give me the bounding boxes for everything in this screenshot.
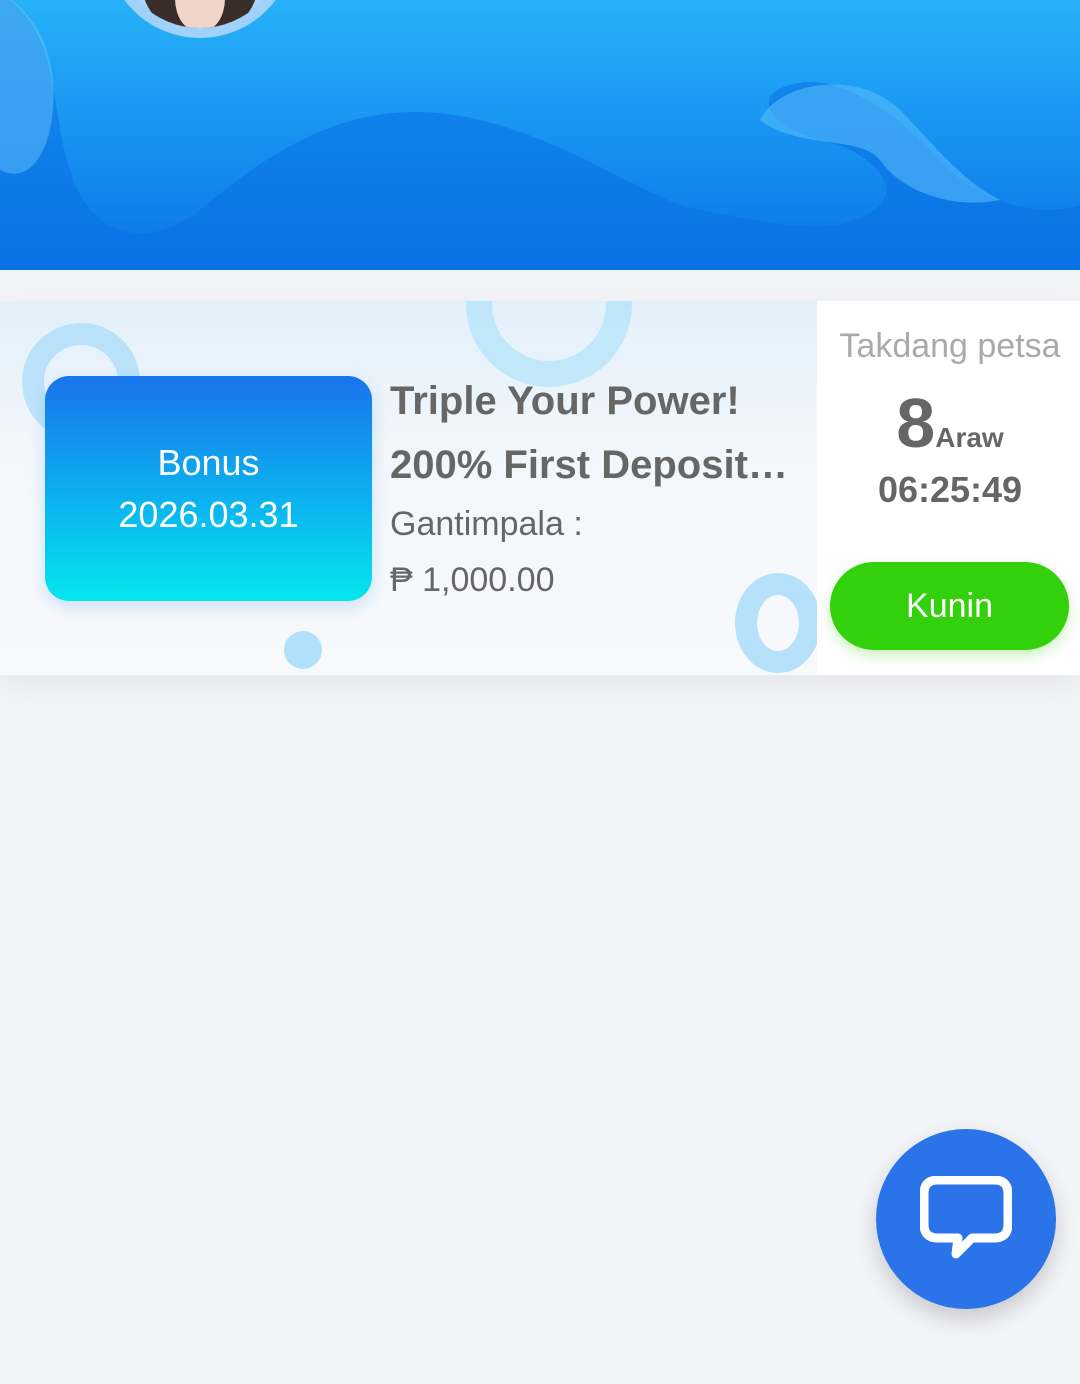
expiry-countdown: 06:25:49: [877, 469, 1023, 510]
chat-button[interactable]: [876, 1129, 1056, 1309]
reward-value: ₱ 1,000.00: [390, 561, 555, 599]
wave-decoration: [0, 0, 1080, 270]
chat-bubble-icon: [920, 1176, 1012, 1259]
expiry-days-number: 8: [896, 384, 936, 462]
expiry-days: 8Araw: [820, 383, 1080, 463]
expiry-days-unit: Araw: [935, 422, 1004, 453]
bonus-tag-date: 2026.03.31: [118, 493, 299, 535]
expiry-label: Takdang petsa: [839, 327, 1061, 365]
reward-label: Gantimpala :: [390, 505, 583, 543]
promo-title-line1: Triple Your Power!: [390, 379, 740, 423]
bonus-tag-label: Bonus: [157, 441, 260, 483]
promo-title-line2: 200% First Deposit Bonus: [390, 443, 790, 487]
bonus-info-panel: Bonus 2026.03.31 Triple Your Power! 200%…: [0, 301, 817, 675]
decor-dot: [284, 631, 322, 669]
bonus-card: Bonus 2026.03.31 Triple Your Power! 200%…: [0, 301, 1080, 675]
decor-ring: [735, 573, 817, 673]
bonus-tag: Bonus 2026.03.31: [45, 376, 372, 601]
claim-button[interactable]: Kunin: [830, 562, 1069, 650]
header-banner: [0, 0, 1080, 270]
promo-title: Triple Your Power! 200% First Deposit Bo…: [390, 369, 790, 497]
